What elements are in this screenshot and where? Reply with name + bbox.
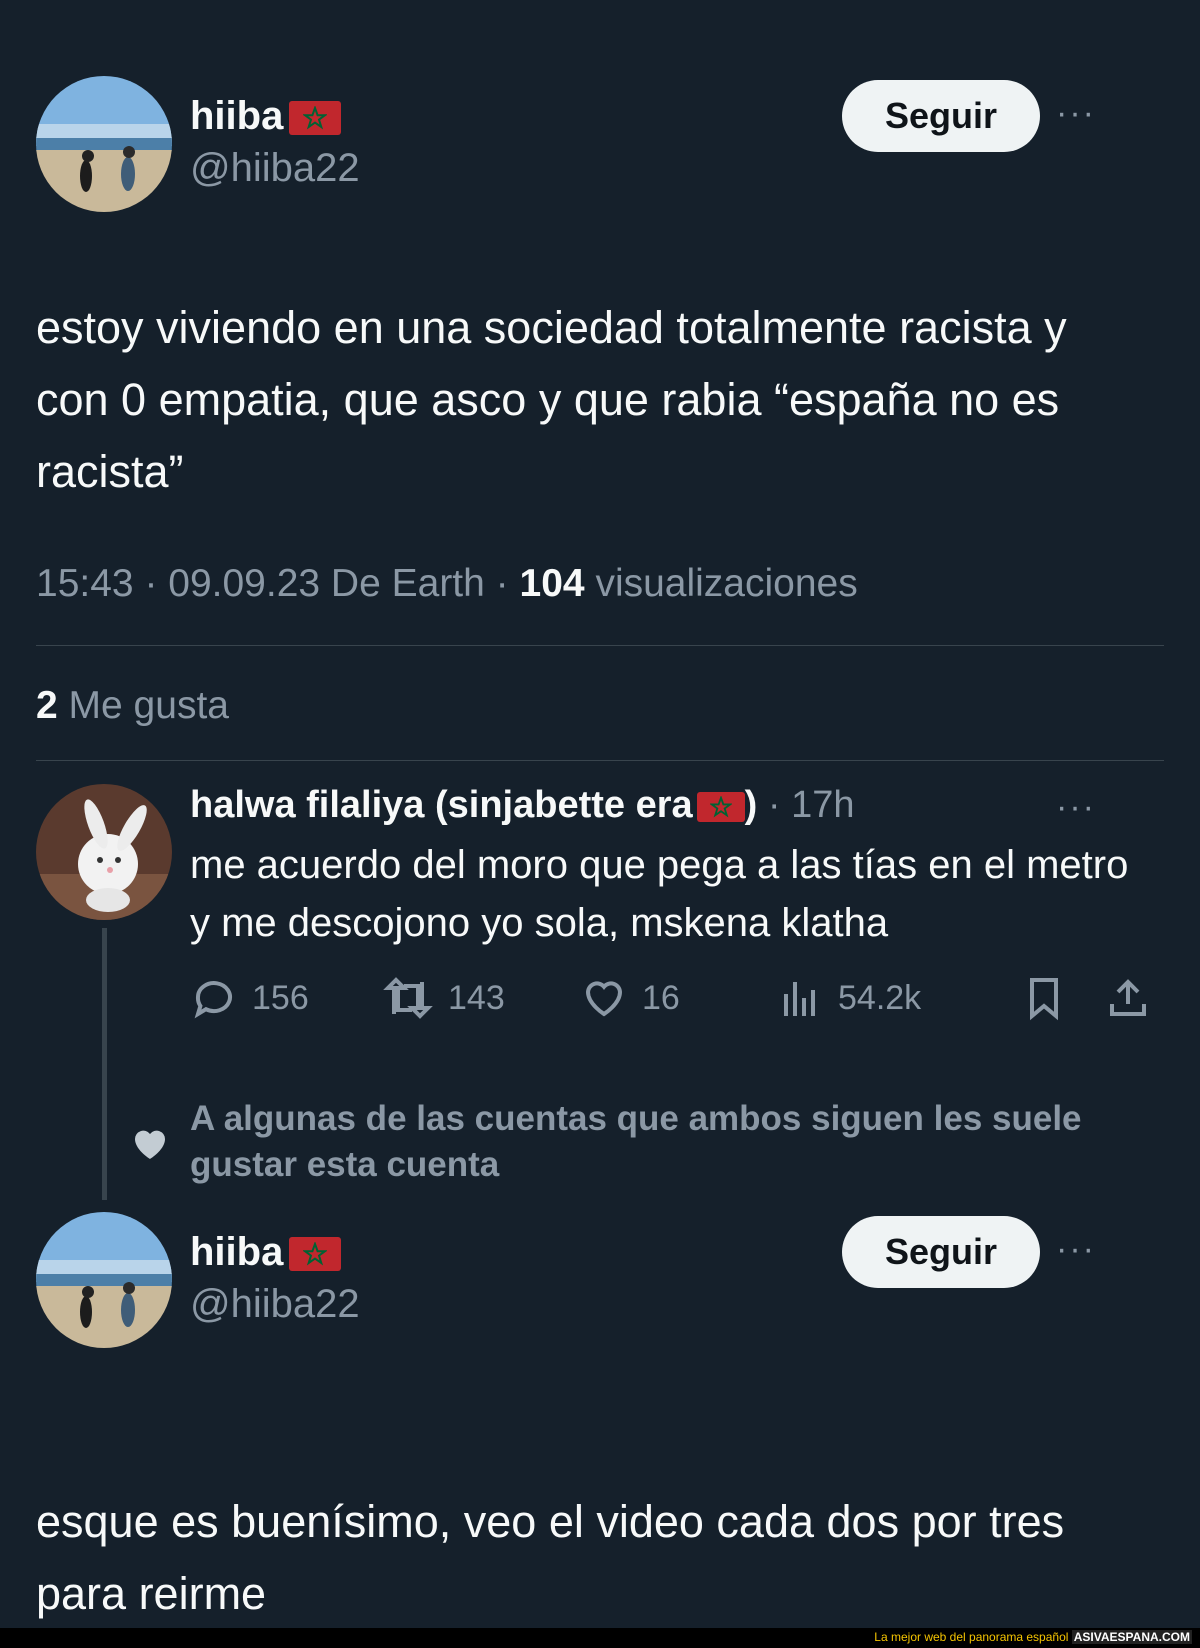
reply-user-name[interactable]: halwa filaliya (sinjabette era) · 17h xyxy=(190,784,855,827)
watermark-footer: La mejor web del panorama español ASIVAE… xyxy=(0,1628,1200,1648)
user-avatar[interactable] xyxy=(36,1212,172,1348)
follow-button[interactable]: Seguir xyxy=(842,80,1040,152)
heart-icon xyxy=(585,981,623,1017)
footer-site[interactable]: ASIVAESPANA.COM xyxy=(1071,1630,1192,1644)
comment-button[interactable]: 156 xyxy=(190,974,309,1022)
comment-count: 156 xyxy=(252,978,309,1017)
tweet-date-source[interactable]: 09.09.23 De Earth xyxy=(168,562,485,605)
likes-count: 2 xyxy=(36,684,58,727)
morocco-flag-icon xyxy=(289,101,342,136)
retweet-button[interactable]: 143 xyxy=(382,974,505,1022)
bookmark-button[interactable] xyxy=(1020,974,1068,1027)
like-button[interactable]: 16 xyxy=(580,974,680,1022)
retweet-icon xyxy=(383,977,433,1019)
bookmark-icon xyxy=(1030,978,1058,1021)
user-handle[interactable]: @hiiba22 xyxy=(190,1282,360,1327)
reply-text: me acuerdo del moro que pega a las tías … xyxy=(190,843,1129,945)
heart-icon xyxy=(135,1130,165,1159)
footer-tagline: La mejor web del panorama español xyxy=(874,1630,1069,1644)
share-button[interactable] xyxy=(1104,974,1152,1027)
reply-more-options-icon[interactable]: ··· xyxy=(1056,788,1096,827)
user-name[interactable]: hiiba xyxy=(190,94,342,139)
follow-button[interactable]: Seguir xyxy=(842,1216,1040,1288)
divider xyxy=(36,760,1164,761)
thread-line xyxy=(102,928,107,1200)
views-icon xyxy=(784,982,815,1016)
more-options-icon[interactable]: ··· xyxy=(1056,1230,1096,1269)
divider xyxy=(36,645,1164,646)
reply-user-name-text: halwa filaliya (sinjabette era xyxy=(190,784,693,826)
views-label: visualizaciones xyxy=(595,562,858,605)
likes-summary[interactable]: 2 Me gusta xyxy=(36,684,229,728)
beach-photo xyxy=(36,1212,172,1348)
tweet-text: esque es buenísimo, veo el video cada do… xyxy=(36,1496,1065,1619)
likes-label: Me gusta xyxy=(68,684,229,727)
reply-actions: 156 143 16 54.2k xyxy=(190,970,1160,1026)
user-name-text: hiiba xyxy=(190,1230,284,1274)
user-name-text: hiiba xyxy=(190,94,284,138)
user-handle[interactable]: @hiiba22 xyxy=(190,146,360,191)
more-options-icon[interactable]: ··· xyxy=(1056,94,1096,133)
user-name[interactable]: hiiba xyxy=(190,1230,342,1275)
reply-avatar[interactable] xyxy=(36,784,172,920)
share-icon xyxy=(1110,979,1146,1016)
comment-icon xyxy=(194,981,232,1019)
views-button[interactable]: 54.2k xyxy=(776,974,921,1022)
tweet-time[interactable]: 15:43 xyxy=(36,562,134,605)
reply-timestamp[interactable]: · 17h xyxy=(768,784,855,826)
like-count: 16 xyxy=(642,978,680,1017)
bunny-picture xyxy=(36,784,172,920)
morocco-flag-icon xyxy=(289,1237,342,1272)
reply-name-close: ) xyxy=(744,784,758,826)
beach-photo xyxy=(36,76,172,212)
tweet-text: estoy viviendo en una sociedad totalment… xyxy=(36,302,1067,497)
views-count: 104 xyxy=(519,562,585,605)
views-count-reply: 54.2k xyxy=(838,978,922,1017)
social-context-text: A algunas de las cuentas que ambos sigue… xyxy=(190,1099,1082,1184)
tweet-metadata: 15:43 · 09.09.23 De Earth · 104 visualiz… xyxy=(36,562,858,605)
retweet-count: 143 xyxy=(448,978,505,1017)
user-avatar[interactable] xyxy=(36,76,172,212)
morocco-flag-icon xyxy=(696,791,745,822)
